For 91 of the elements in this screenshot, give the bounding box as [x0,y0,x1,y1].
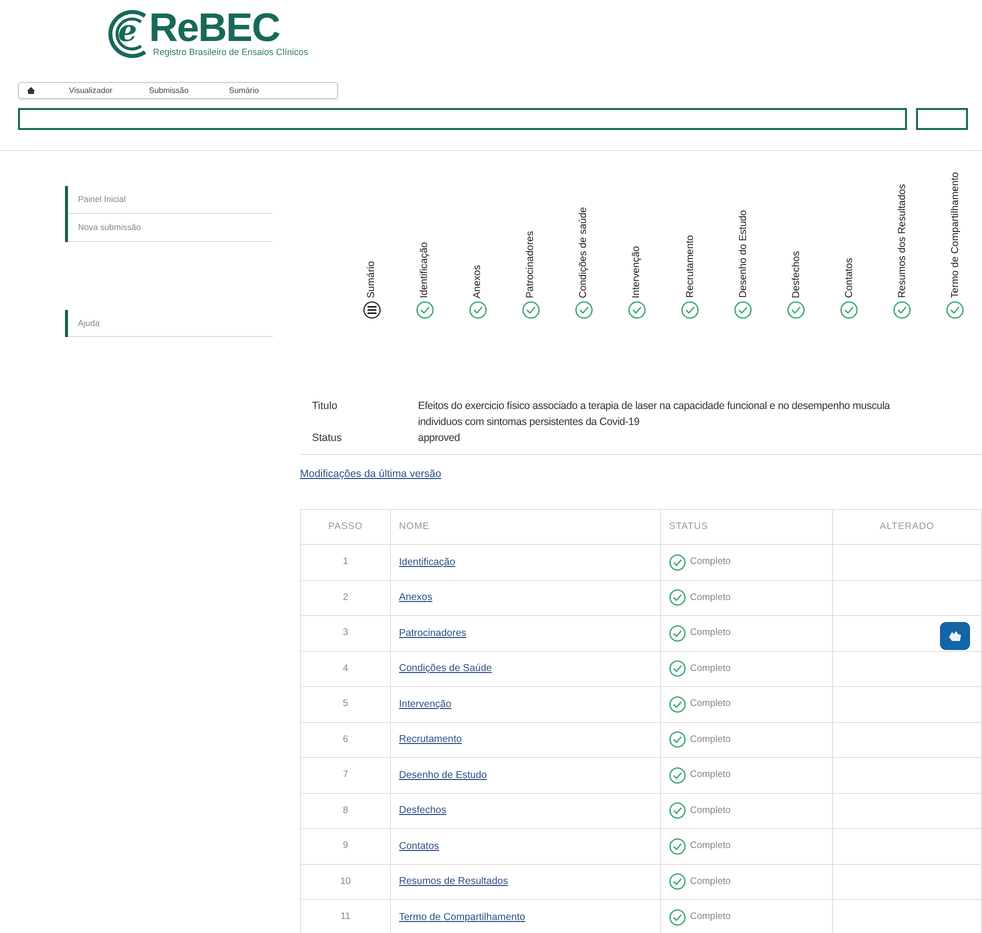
table-cell: 8 [300,793,390,828]
check-icon [669,731,686,748]
check-icon [669,589,686,606]
table-cell: 9 [300,828,390,864]
search-button[interactable] [916,108,968,130]
step-label[interactable]: Patrocinadores [525,230,536,298]
step-link[interactable]: Desfechos [399,805,446,816]
nav-link[interactable]: Sumário [229,84,309,96]
step-link[interactable]: Condições de Saúde [399,663,492,674]
check-icon [669,802,686,820]
field-value: Efeitos do exercicio físico associado a terapia de laser na capacidade funcional e no desempenho muscula [418,399,890,414]
table-cell: 7 [300,758,390,793]
step-label[interactable]: Intervenção [631,246,642,298]
list-icon [362,301,381,319]
step-link[interactable]: Desenho de Estudo [399,770,487,781]
status-text: Completo [690,874,731,889]
table-cell: 3 [300,616,390,651]
step-link[interactable]: Termo de Compartilhamento [399,912,526,923]
step-label[interactable]: Desenho do Estudo [738,210,749,298]
check-icon [734,301,752,319]
changes-link[interactable]: Modificações da última versão [300,467,442,483]
step-label[interactable]: Contatos [844,258,855,298]
check-icon [681,301,699,319]
step-label[interactable]: Desfechos [790,250,802,298]
field-value: individuos com sintomas persistentes da Covid-19 [418,414,640,430]
check-icon [893,301,912,319]
status-text: Completo [690,697,731,712]
column-header: PASSO [300,510,390,544]
field-value: approved [418,430,460,446]
logo-name: ReBEC [149,8,280,48]
status-text: Completo [690,804,731,818]
status-text: Completo [690,768,731,782]
status-text: Completo [690,839,731,854]
field-label: Status [312,430,343,446]
step-link[interactable]: Contatos [399,840,440,852]
accessibility-button[interactable] [940,622,970,650]
check-icon [628,301,646,319]
check-icon [468,301,487,319]
step-label[interactable]: Termo de Compartilhamento [950,172,961,298]
table-cell: 5 [300,686,390,722]
check-icon [669,873,686,890]
sidebar-item[interactable]: Nova submissão [68,214,273,242]
step-link[interactable]: Identificação [399,556,456,568]
check-icon [840,301,858,319]
check-icon [416,301,434,319]
status-text: Completo [690,662,731,676]
step-link[interactable]: Anexos [399,592,432,604]
nav-link[interactable]: Visualizador [69,84,149,96]
check-icon [787,301,806,319]
step-link[interactable]: Resumos de Resultados [399,876,508,888]
check-icon [669,908,686,926]
check-icon [669,660,686,678]
check-icon [946,301,964,319]
table-cell: 10 [300,864,390,900]
field-label: Titulo [312,399,338,414]
check-icon [669,838,686,855]
step-link[interactable]: Recrutamento [399,734,462,746]
status-text: Completo [690,732,731,747]
sidebar-item[interactable]: Painel Inicial [68,186,273,214]
column-header: ALTERADO [832,510,982,544]
status-text: Completo [690,626,731,640]
step-label[interactable]: Sumário [366,260,378,298]
logo-subtitle: Registro Brasileiro de Ensaios Clínicos [153,46,308,59]
check-icon [522,301,540,319]
column-header: NOME [390,510,660,544]
step-label[interactable]: Resumos dos Resultados [896,184,908,298]
logo-letter: e [118,17,138,47]
check-icon [669,696,686,713]
step-link[interactable]: Patrocinadores [399,628,466,639]
check-icon [669,554,686,571]
step-label[interactable]: Recrutamento [684,235,696,298]
step-label[interactable]: Identificação [419,242,430,298]
column-header: STATUS [660,510,832,544]
table-cell: 4 [300,651,390,686]
check-icon [574,301,593,319]
nav-link[interactable]: Submissão [149,84,229,96]
step-link[interactable]: Intervenção [399,698,452,710]
table-cell: 2 [300,580,390,616]
check-icon [669,624,686,642]
status-text: Completo [690,555,731,570]
check-icon [669,766,686,784]
search-field[interactable] [18,108,907,130]
home-icon [27,87,35,94]
step-label[interactable]: Anexos [472,264,484,298]
sidebar-item[interactable]: Ajuda [68,310,273,338]
status-text: Completo [690,590,731,605]
table-cell: 6 [300,722,390,758]
table-cell: 1 [300,544,390,580]
status-text: Completo [690,910,731,924]
table-cell: 11 [300,900,390,933]
step-label[interactable]: Condições de saúde [578,206,590,298]
